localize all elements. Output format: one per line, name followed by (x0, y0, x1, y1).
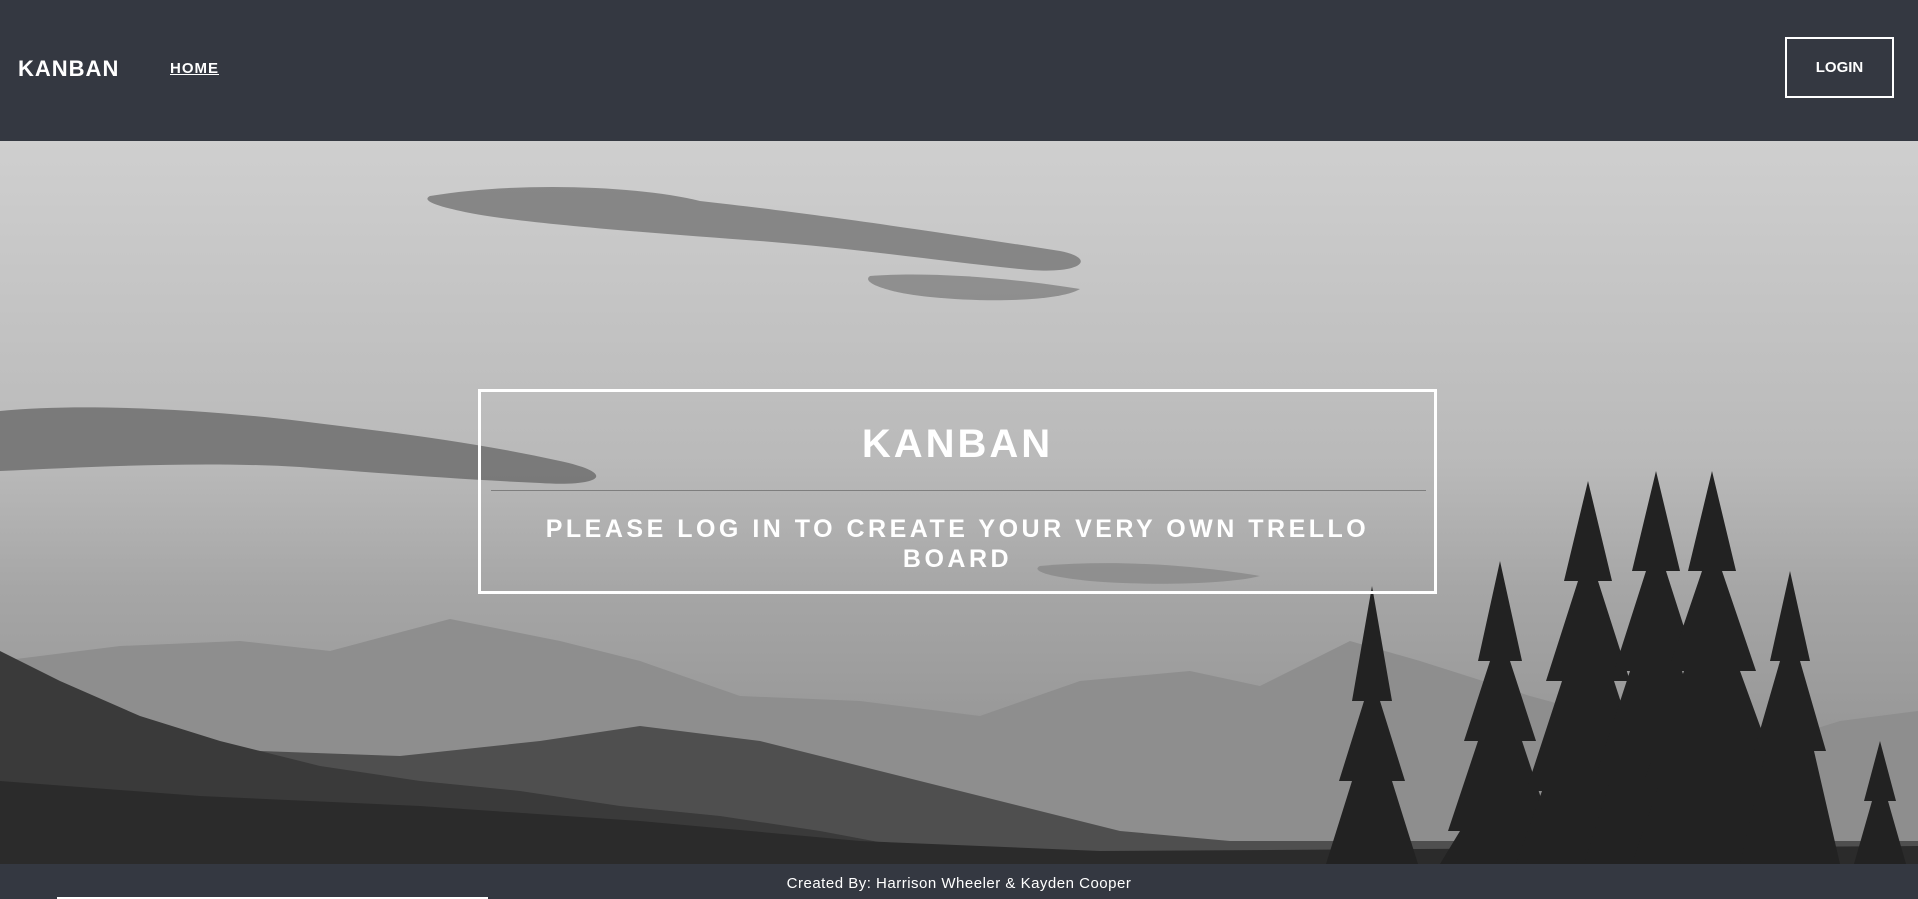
login-button-label: LOGIN (1815, 59, 1864, 76)
hero-subtitle: PLEASE LOG IN TO CREATE YOUR VERY OWN TR… (545, 515, 1370, 573)
footer-credits: Created By: Harrison Wheeler & Kayden Co… (786, 875, 1132, 892)
hero-divider (491, 490, 1426, 491)
hero-title: KANBAN (861, 422, 1054, 466)
navbar: KANBAN HOME LOGIN (0, 0, 1918, 141)
login-button[interactable]: LOGIN (1785, 37, 1894, 98)
footer: Created By: Harrison Wheeler & Kayden Co… (0, 864, 1918, 899)
brand-logo[interactable]: KANBAN (18, 56, 119, 82)
hero-banner: KANBAN PLEASE LOG IN TO CREATE YOUR VERY… (478, 389, 1437, 594)
nav-home-link[interactable]: HOME (170, 60, 219, 77)
hero-section: KANBAN PLEASE LOG IN TO CREATE YOUR VERY… (0, 141, 1918, 864)
